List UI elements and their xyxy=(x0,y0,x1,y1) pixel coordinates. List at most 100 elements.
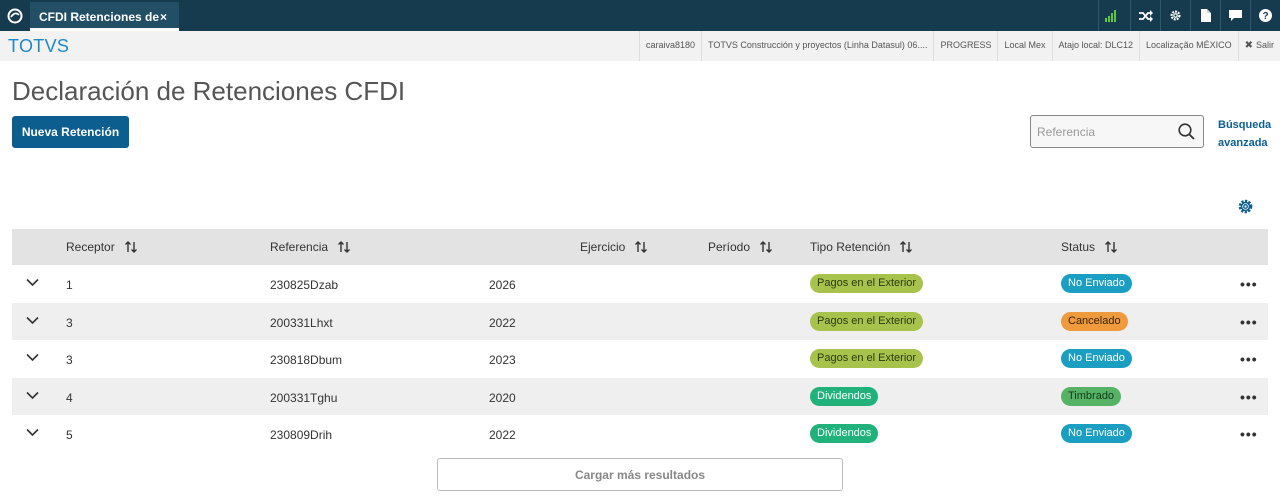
header-label: Status xyxy=(1061,240,1096,254)
sort-icon xyxy=(635,241,648,253)
table-settings-gear-icon[interactable] xyxy=(1237,198,1254,215)
header-label: Tipo Retención xyxy=(810,240,891,254)
status-badge: No Enviado xyxy=(1061,424,1132,443)
tipo-badge: Pagos en el Exterior xyxy=(810,274,924,293)
advanced-search-link[interactable]: Búsqueda avanzada xyxy=(1218,116,1274,152)
localization-label[interactable]: Localização MÉXICO xyxy=(1139,31,1238,61)
switch-button[interactable] xyxy=(1130,0,1160,31)
exit-label: Salir xyxy=(1255,40,1274,50)
row-actions-button[interactable]: ••• xyxy=(1240,389,1258,405)
connection-status-button[interactable] xyxy=(1098,0,1130,31)
session-info: caraiva8180 TOTVS Construcción y proyect… xyxy=(638,31,1280,61)
totvs-logo-icon xyxy=(7,8,23,23)
header-receptor[interactable]: Receptor xyxy=(66,240,137,254)
tipo-badge: Pagos en el Exterior xyxy=(810,311,924,331)
status-badge: No Enviado xyxy=(1061,349,1132,368)
close-icon: ✖ xyxy=(1244,40,1253,51)
cell-receptor: 1 xyxy=(66,278,73,292)
page-title: Declaración de Retenciones CFDI xyxy=(12,76,406,106)
advanced-search-line2: avanzada xyxy=(1218,137,1268,149)
tab-close-button[interactable]: × xyxy=(160,10,167,24)
header-label: Ejercicio xyxy=(580,240,626,254)
cell-ejercicio: 2022 xyxy=(489,315,516,330)
settings-button[interactable] xyxy=(1160,0,1190,31)
tipo-badge: Dividendos xyxy=(810,424,879,443)
cell-referencia: 200331Tghu xyxy=(270,390,338,405)
new-retention-button[interactable]: Nueva Retención xyxy=(12,116,129,148)
cell-referencia: 230818Dbum xyxy=(270,353,343,367)
header-label: Período xyxy=(708,240,751,254)
table-row[interactable]: 5 230809Drih 2022 Dividendos No Enviado … xyxy=(12,415,1268,453)
database-type[interactable]: PROGRESS xyxy=(933,31,997,61)
cell-receptor: 5 xyxy=(66,428,73,442)
header-label: Referencia xyxy=(270,240,329,254)
header-referencia[interactable]: Referencia xyxy=(270,240,351,254)
sort-icon xyxy=(760,241,773,253)
local-label[interactable]: Local Mex xyxy=(997,31,1051,61)
chevron-down-icon[interactable] xyxy=(26,428,39,437)
row-actions-button[interactable]: ••• xyxy=(1240,276,1258,292)
cell-ejercicio: 2020 xyxy=(489,390,516,405)
header-status[interactable]: Status xyxy=(1061,240,1118,254)
cell-ejercicio: 2023 xyxy=(489,353,516,367)
search-input[interactable] xyxy=(1037,123,1177,141)
help-icon: ? xyxy=(1259,9,1272,22)
table-row[interactable]: 1 230825Dzab 2026 Pagos en el Exterior N… xyxy=(12,265,1268,303)
search-icon[interactable] xyxy=(1178,123,1195,140)
cell-referencia: 230809Drih xyxy=(270,428,333,442)
table-header: Receptor Referencia Ejercicio Período Ti… xyxy=(12,229,1268,265)
row-actions-button[interactable]: ••• xyxy=(1240,314,1258,330)
chevron-down-icon[interactable] xyxy=(26,391,39,400)
tipo-badge: Pagos en el Exterior xyxy=(810,349,924,368)
header-ejercicio[interactable]: Ejercicio xyxy=(580,240,648,254)
table-row[interactable]: 3 230818Dbum 2023 Pagos en el Exterior N… xyxy=(12,340,1268,378)
header-periodo[interactable]: Período xyxy=(708,240,773,254)
exit-button[interactable]: ✖ Salir xyxy=(1237,31,1280,61)
sort-icon xyxy=(900,241,913,253)
document-button[interactable] xyxy=(1190,0,1220,31)
top-toolbar: ? xyxy=(1098,0,1280,31)
cell-receptor: 3 xyxy=(66,315,73,330)
document-icon xyxy=(1200,9,1211,22)
chat-icon xyxy=(1229,9,1242,21)
chevron-down-icon[interactable] xyxy=(26,353,39,362)
load-more-button[interactable]: Cargar más resultados xyxy=(437,458,843,491)
help-button[interactable]: ? xyxy=(1250,0,1280,31)
header-tipo-retencion[interactable]: Tipo Retención xyxy=(810,240,913,254)
sort-icon xyxy=(124,241,137,253)
shuffle-icon xyxy=(1138,9,1153,22)
retentions-table: Receptor Referencia Ejercicio Período Ti… xyxy=(12,229,1268,453)
advanced-search-line1: Búsqueda xyxy=(1218,119,1272,131)
sort-icon xyxy=(338,241,351,253)
cell-referencia: 230825Dzab xyxy=(270,278,339,292)
gear-icon xyxy=(1170,10,1181,21)
cell-ejercicio: 2026 xyxy=(489,278,516,292)
cell-referencia: 200331Lhxt xyxy=(270,315,333,330)
messages-button[interactable] xyxy=(1220,0,1250,31)
shortcut-label[interactable]: Atajo local: DLC12 xyxy=(1051,31,1140,61)
table-row[interactable]: 3 200331Lhxt 2022 Pagos en el Exterior C… xyxy=(12,302,1268,340)
user-name[interactable]: caraiva8180 xyxy=(638,31,701,61)
tipo-badge: Dividendos xyxy=(810,386,879,406)
tab-label: CFDI Retenciones de xyxy=(39,10,160,24)
chevron-down-icon[interactable] xyxy=(26,316,39,325)
header-label: Receptor xyxy=(66,240,115,254)
info-bar: TOTVS caraiva8180 TOTVS Construcción y p… xyxy=(0,31,1280,61)
top-bar: CFDI Retenciones de × ? xyxy=(0,0,1280,31)
tab-cfdi-retenciones[interactable]: CFDI Retenciones de × xyxy=(30,2,179,31)
home-button[interactable] xyxy=(0,0,30,31)
cell-receptor: 4 xyxy=(66,390,73,405)
status-badge: Cancelado xyxy=(1061,311,1128,331)
company-name[interactable]: TOTVS Construcción y proyectos (Linha Da… xyxy=(701,31,933,61)
sort-icon xyxy=(1105,241,1118,253)
row-actions-button[interactable]: ••• xyxy=(1240,351,1258,367)
table-row[interactable]: 4 200331Tghu 2020 Dividendos Timbrado ••… xyxy=(12,377,1268,415)
svg-text:?: ? xyxy=(1262,11,1268,22)
signal-bars-icon xyxy=(1104,9,1116,22)
status-badge: No Enviado xyxy=(1061,274,1132,293)
row-actions-button[interactable]: ••• xyxy=(1240,426,1258,442)
search-box xyxy=(1030,115,1204,148)
chevron-down-icon[interactable] xyxy=(26,278,39,287)
cell-receptor: 3 xyxy=(66,353,73,367)
cell-ejercicio: 2022 xyxy=(489,428,516,442)
